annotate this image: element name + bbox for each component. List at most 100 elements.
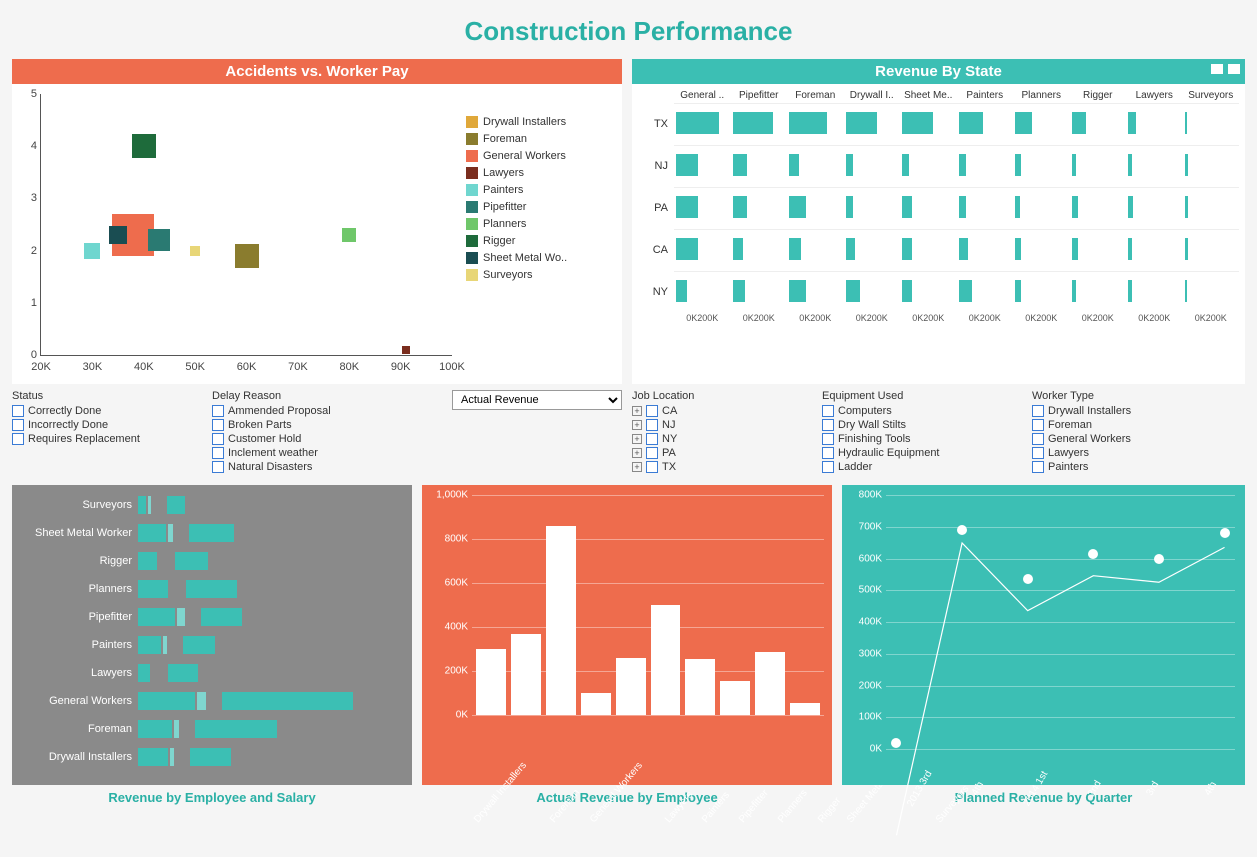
legend-item[interactable]: Planners xyxy=(466,216,616,233)
rbs-cell[interactable] xyxy=(1070,187,1127,229)
rbs-cell[interactable] xyxy=(1183,229,1240,271)
line-point[interactable] xyxy=(1088,549,1098,559)
rbs-cell[interactable] xyxy=(787,145,844,187)
rbs-cell[interactable] xyxy=(787,187,844,229)
rbs-cell[interactable] xyxy=(731,145,788,187)
rbs-cell[interactable] xyxy=(1126,271,1183,313)
filter-item[interactable]: Drywall Installers xyxy=(1032,405,1245,417)
scatter-point[interactable] xyxy=(235,244,259,268)
checkbox-icon[interactable] xyxy=(822,405,834,417)
rbs-cell[interactable] xyxy=(844,103,901,145)
filter-item[interactable]: +PA xyxy=(632,447,802,459)
expand-icon[interactable]: + xyxy=(632,434,642,444)
rbs-cell[interactable] xyxy=(844,187,901,229)
checkbox-icon[interactable] xyxy=(212,461,224,473)
filter-item[interactable]: Natural Disasters xyxy=(212,461,392,473)
checkbox-icon[interactable] xyxy=(646,447,658,459)
scatter-point[interactable] xyxy=(190,246,200,256)
expand-icon[interactable]: + xyxy=(632,448,642,458)
rbs-cell[interactable] xyxy=(1183,187,1240,229)
rbs-cell[interactable] xyxy=(1013,187,1070,229)
vbar[interactable] xyxy=(790,703,820,715)
vbar[interactable] xyxy=(511,634,541,715)
vbar[interactable] xyxy=(476,649,506,715)
filter-item[interactable]: Requires Replacement xyxy=(12,433,192,445)
rbs-cell[interactable] xyxy=(1183,145,1240,187)
scatter-point[interactable] xyxy=(109,226,127,244)
filter-item[interactable]: +TX xyxy=(632,461,802,473)
filter-item[interactable]: Broken Parts xyxy=(212,419,392,431)
chart-rev-emp-salary[interactable]: SurveyorsSheet Metal WorkerRiggerPlanner… xyxy=(12,485,412,785)
rbs-cell[interactable] xyxy=(1013,103,1070,145)
hbar-row[interactable]: Sheet Metal Worker xyxy=(18,519,406,547)
scatter-point[interactable] xyxy=(342,228,356,242)
rbs-cell[interactable] xyxy=(731,229,788,271)
hbar-row[interactable]: Planners xyxy=(18,575,406,603)
rbs-cell[interactable] xyxy=(1183,271,1240,313)
scatter-point[interactable] xyxy=(84,243,100,259)
legend-item[interactable]: General Workers xyxy=(466,148,616,165)
rbs-cell[interactable] xyxy=(957,103,1014,145)
rbs-cell[interactable] xyxy=(1126,103,1183,145)
filter-item[interactable]: Computers xyxy=(822,405,1012,417)
hbar-row[interactable]: Foreman xyxy=(18,715,406,743)
rbs-cell[interactable] xyxy=(674,103,731,145)
vbar[interactable] xyxy=(546,526,576,715)
rbs-cell[interactable] xyxy=(787,103,844,145)
rbs-cell[interactable] xyxy=(957,145,1014,187)
checkbox-icon[interactable] xyxy=(822,447,834,459)
checkbox-icon[interactable] xyxy=(646,461,658,473)
rbs-cell[interactable] xyxy=(674,271,731,313)
rbs-cell[interactable] xyxy=(1126,187,1183,229)
legend-item[interactable]: Pipefitter xyxy=(466,199,616,216)
legend-item[interactable]: Rigger xyxy=(466,233,616,250)
expand-icon[interactable]: + xyxy=(632,420,642,430)
filter-item[interactable]: Inclement weather xyxy=(212,447,392,459)
legend-item[interactable]: Lawyers xyxy=(466,165,616,182)
checkbox-icon[interactable] xyxy=(212,405,224,417)
rbs-cell[interactable] xyxy=(844,271,901,313)
filter-item[interactable]: Lawyers xyxy=(1032,447,1245,459)
maximize-icon[interactable] xyxy=(1210,63,1224,75)
filter-item[interactable]: Hydraulic Equipment xyxy=(822,447,1012,459)
filter-item[interactable]: Painters xyxy=(1032,461,1245,473)
expand-icon[interactable]: + xyxy=(632,406,642,416)
rbs-cell[interactable] xyxy=(731,271,788,313)
checkbox-icon[interactable] xyxy=(12,419,24,431)
line-point[interactable] xyxy=(1023,574,1033,584)
checkbox-icon[interactable] xyxy=(212,419,224,431)
rbs-cell[interactable] xyxy=(674,145,731,187)
rbs-cell[interactable] xyxy=(1013,271,1070,313)
revenue-state-chart[interactable]: General ..PipefitterForemanDrywall I..Sh… xyxy=(632,84,1245,384)
rbs-cell[interactable] xyxy=(1070,271,1127,313)
checkbox-icon[interactable] xyxy=(212,433,224,445)
line-point[interactable] xyxy=(1154,554,1164,564)
filter-item[interactable]: Ladder xyxy=(822,461,1012,473)
rbs-cell[interactable] xyxy=(731,187,788,229)
rbs-cell[interactable] xyxy=(1070,145,1127,187)
checkbox-icon[interactable] xyxy=(822,433,834,445)
rbs-cell[interactable] xyxy=(1013,229,1070,271)
settings-icon[interactable] xyxy=(1227,63,1241,75)
hbar-row[interactable]: Lawyers xyxy=(18,659,406,687)
checkbox-icon[interactable] xyxy=(822,461,834,473)
vbar[interactable] xyxy=(685,659,715,715)
rbs-cell[interactable] xyxy=(731,103,788,145)
expand-icon[interactable]: + xyxy=(632,462,642,472)
hbar-row[interactable]: General Workers xyxy=(18,687,406,715)
legend-item[interactable]: Foreman xyxy=(466,131,616,148)
rbs-cell[interactable] xyxy=(1126,145,1183,187)
vbar[interactable] xyxy=(581,693,611,715)
filter-item[interactable]: Incorrectly Done xyxy=(12,419,192,431)
rbs-cell[interactable] xyxy=(900,187,957,229)
vbar[interactable] xyxy=(616,658,646,715)
rbs-cell[interactable] xyxy=(674,229,731,271)
checkbox-icon[interactable] xyxy=(12,405,24,417)
rbs-cell[interactable] xyxy=(787,271,844,313)
filter-item[interactable]: +CA xyxy=(632,405,802,417)
filter-item[interactable]: +NJ xyxy=(632,419,802,431)
vbar[interactable] xyxy=(720,681,750,715)
filter-item[interactable]: Foreman xyxy=(1032,419,1245,431)
filter-item[interactable]: Dry Wall Stilts xyxy=(822,419,1012,431)
scatter-point[interactable] xyxy=(132,134,156,158)
